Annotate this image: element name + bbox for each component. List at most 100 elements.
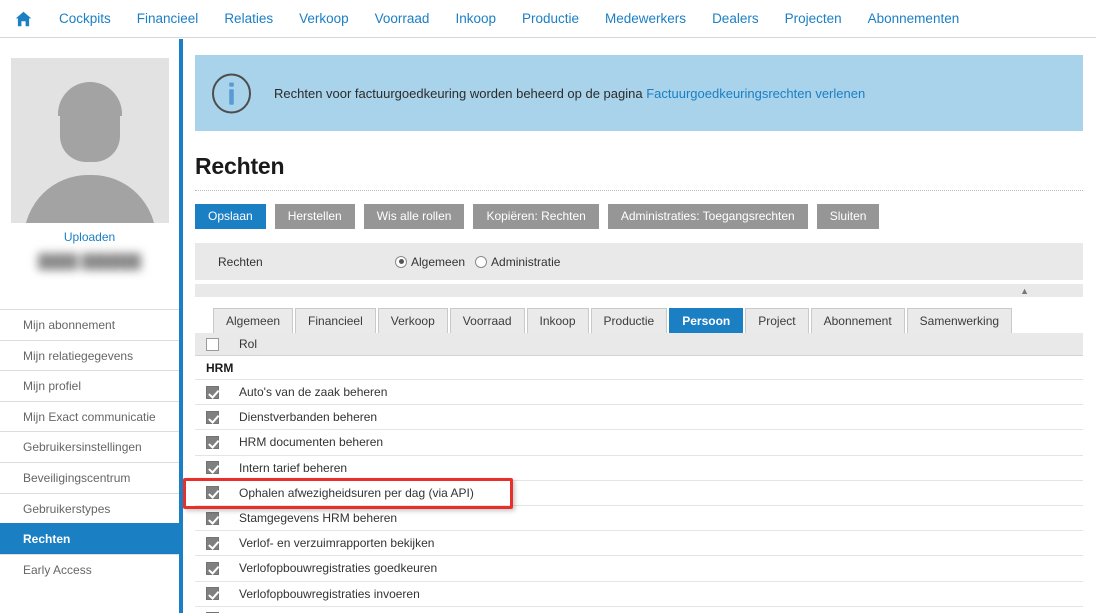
radio-indicator[interactable]	[475, 255, 488, 268]
radio-administratie[interactable]: Administratie	[475, 255, 560, 269]
avatar-head-shape	[59, 86, 120, 162]
nav-link-voorraad[interactable]: Voorraad	[362, 0, 443, 38]
nav-link-abonnementen[interactable]: Abonnementen	[855, 0, 973, 38]
permission-checkbox[interactable]	[206, 561, 219, 575]
wis-alle-rollen-button[interactable]: Wis alle rollen	[363, 204, 465, 229]
table-row[interactable]: Dienstverbanden beheren	[195, 405, 1083, 431]
top-navigation-bar: Cockpits Financieel Relaties Verkoop Voorraa…	[0, 0, 1096, 38]
tab-voorraad[interactable]: Voorraad	[449, 308, 525, 333]
sluiten-button[interactable]: Sluiten	[816, 204, 880, 229]
permission-checkbox[interactable]	[206, 536, 219, 550]
table-row[interactable]: Verlof- en verzuimrapporten bekijken	[195, 531, 1083, 557]
tab-samenwerking[interactable]: Samenwerking	[906, 308, 1013, 333]
collapse-panel-bar[interactable]: ▲	[195, 284, 1083, 297]
row-checkbox-cell	[195, 536, 237, 550]
table-row[interactable]: Ophalen afwezigheidsuren per dag (via AP…	[195, 481, 1083, 506]
sidebar-item-label: Mijn profiel	[23, 379, 82, 394]
sidebar-item-mijn-profiel[interactable]: Mijn profiel	[0, 370, 179, 401]
tab-algemeen[interactable]: Algemeen	[213, 308, 294, 333]
sidebar-item-mijn-exact-communicatie[interactable]: Mijn Exact communicatie	[0, 400, 179, 432]
table-row[interactable]: HRM documenten beheren	[195, 430, 1083, 456]
tab-label: Samenwerking	[919, 314, 1000, 328]
nav-link-medewerkers[interactable]: Medewerkers	[592, 0, 699, 38]
permission-checkbox[interactable]	[206, 587, 219, 601]
page-title: Rechten	[195, 153, 285, 179]
row-checkbox-cell	[195, 561, 237, 575]
table-header-row: Rol	[195, 333, 1083, 356]
sidebar-item-gebruikerstypes[interactable]: Gebruikerstypes	[0, 492, 179, 524]
table-row[interactable]	[195, 607, 1083, 613]
opslaan-button[interactable]: Opslaan	[195, 204, 266, 229]
permission-checkbox[interactable]	[206, 486, 219, 500]
radio-indicator[interactable]	[395, 255, 407, 268]
sidebar-item-early-access[interactable]: Early Access	[0, 553, 179, 585]
tab-label: Abonnement	[823, 314, 892, 328]
permission-label: Dienstverbanden beheren	[239, 410, 378, 425]
rights-scope-radio-group: Algemeen Administratie	[395, 255, 570, 269]
info-banner-link[interactable]: Factuurgoedkeuringsrechten verlenen	[646, 86, 865, 101]
nav-link-verkoop[interactable]: Verkoop	[286, 0, 362, 38]
chevron-up-icon[interactable]: ▲	[1020, 287, 1029, 296]
kopi-ren-rechten-button[interactable]: Kopiëren: Rechten	[473, 204, 599, 229]
nav-link-dealers[interactable]: Dealers	[699, 0, 772, 38]
main-content-panel: Rechten voor factuurgoedkeuring worden b…	[183, 39, 1096, 613]
radio-label: Administratie	[491, 254, 561, 269]
rights-filter-bar: Rechten Algemeen Administratie	[195, 243, 1083, 281]
table-row[interactable]: Verlofopbouwregistraties goedkeuren	[195, 556, 1083, 582]
group-label: HRM	[206, 360, 234, 375]
permission-label: Auto's van de zaak beheren	[239, 385, 388, 400]
user-name-redacted: ████ ██████	[37, 253, 142, 269]
nav-link-productie[interactable]: Productie	[509, 0, 592, 38]
table-row[interactable]: Auto's van de zaak beheren	[195, 380, 1083, 406]
table-row[interactable]: Verlofopbouwregistraties invoeren	[195, 582, 1083, 607]
table-group-row: HRM	[195, 356, 1083, 380]
permission-checkbox[interactable]	[206, 461, 219, 475]
nav-link-projecten[interactable]: Projecten	[772, 0, 855, 38]
nav-link-inkoop[interactable]: Inkoop	[442, 0, 509, 38]
tab-inkoop[interactable]: Inkoop	[526, 308, 589, 333]
upload-avatar-link[interactable]: Uploaden	[0, 230, 179, 244]
sidebar-item-beveiligingscentrum[interactable]: Beveiligingscentrum	[0, 461, 179, 493]
sidebar-item-mijn-abonnement[interactable]: Mijn abonnement	[0, 309, 179, 340]
radio-algemeen[interactable]: Algemeen	[395, 255, 465, 269]
nav-link-financieel[interactable]: Financieel	[124, 0, 212, 38]
tab-label: Algemeen	[226, 314, 281, 328]
administraties-toegangsrechten-button[interactable]: Administraties: Toegangsrechten	[607, 204, 808, 229]
table-row[interactable]: Stamgegevens HRM beheren	[195, 506, 1083, 532]
tab-label: Persoon	[682, 314, 731, 328]
sidebar-item-label: Rechten	[23, 532, 71, 547]
column-header-rol: Rol	[239, 337, 258, 351]
tab-verkoop[interactable]: Verkoop	[377, 308, 448, 333]
herstellen-button[interactable]: Herstellen	[274, 204, 355, 229]
home-button[interactable]	[0, 0, 46, 38]
home-icon	[15, 11, 31, 26]
left-sidebar: Uploaden ████ ██████ Mijn abonnement Mijn…	[0, 39, 179, 613]
tab-financieel[interactable]: Financieel	[295, 308, 376, 333]
table-row[interactable]: Intern tarief beheren	[195, 456, 1083, 481]
sidebar-item-label: Mijn Exact communicatie	[23, 409, 156, 424]
tab-project[interactable]: Project	[745, 308, 809, 333]
sidebar-item-mijn-relatiegegevens[interactable]: Mijn relatiegegevens	[0, 339, 179, 371]
permission-checkbox[interactable]	[206, 511, 219, 525]
info-banner-message: Rechten voor factuurgoedkeuring worden b…	[274, 85, 647, 101]
sidebar-item-gebruikersinstellingen[interactable]: Gebruikersinstellingen	[0, 431, 179, 462]
row-checkbox-cell	[195, 511, 237, 525]
filter-label: Rechten	[218, 254, 263, 269]
tab-label: Project	[758, 314, 796, 328]
tab-productie[interactable]: Productie	[590, 308, 668, 333]
permission-label: Verlof- en verzuimrapporten bekijken	[239, 536, 435, 551]
tab-abonnement[interactable]: Abonnement	[810, 308, 905, 333]
select-all-cell	[195, 337, 237, 351]
tab-persoon[interactable]: Persoon	[669, 308, 744, 333]
permission-checkbox[interactable]	[206, 385, 219, 399]
radio-label: Algemeen	[411, 254, 466, 269]
row-checkbox-cell	[195, 486, 237, 500]
permission-checkbox[interactable]	[206, 435, 219, 449]
sidebar-item-rechten[interactable]: Rechten	[0, 523, 179, 554]
select-all-checkbox[interactable]	[206, 337, 219, 351]
nav-link-relaties[interactable]: Relaties	[211, 0, 286, 38]
action-toolbar: Opslaan Herstellen Wis alle rollen Kopiëren…	[195, 204, 1096, 229]
nav-link-cockpits[interactable]: Cockpits	[46, 0, 124, 38]
sidebar-item-label: Mijn relatiegegevens	[23, 348, 134, 363]
permission-checkbox[interactable]	[206, 410, 219, 424]
